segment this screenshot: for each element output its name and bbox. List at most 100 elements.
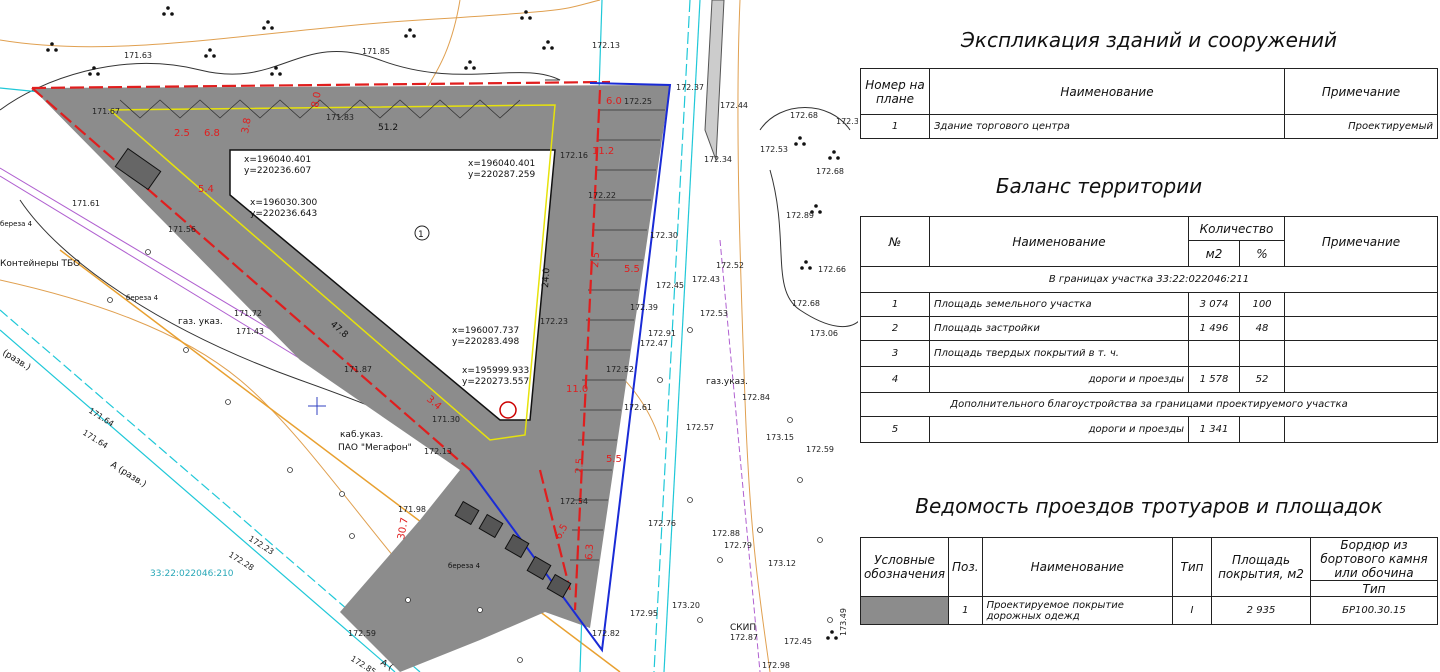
coord-x: x=196040.401: [244, 155, 311, 165]
explication-title: Экспликация зданий и сооружений: [960, 28, 1338, 52]
cell-note: [1284, 416, 1438, 443]
header-no: №: [860, 216, 930, 267]
cell-name: Проектируемое покрытие дорожных одежд: [981, 596, 1174, 625]
cell-note: [1284, 292, 1438, 317]
dim-label: 2.5: [174, 128, 190, 139]
elev-label: 172.95: [630, 609, 658, 618]
explication-table: Номер на плане Наименование Примечание 1…: [860, 68, 1438, 139]
label-kab: каб.указ.: [340, 430, 383, 440]
roads-table: Условные обозначения Поз. Наименование Т…: [860, 537, 1438, 625]
cell-name: Площадь земельного участка: [929, 292, 1189, 317]
elev-label: 172.22: [588, 191, 616, 200]
elev-label: 172.52: [606, 365, 634, 374]
dim-label: 2.5: [590, 252, 602, 269]
elev-label: 172.47: [640, 339, 668, 348]
elev-label: 171.83: [326, 113, 354, 122]
elev-label: 172.76: [648, 519, 676, 528]
header-qty: Количество: [1188, 216, 1285, 241]
elev-label: 172.68: [790, 111, 818, 120]
cell-pct: 52: [1239, 366, 1285, 393]
dim-label: 6.3: [584, 544, 596, 561]
header-curb-type: Тип: [1310, 580, 1438, 597]
cell-note: [1284, 316, 1438, 341]
section-row: В границах участка 33:22:022046:211: [860, 266, 1438, 293]
header-pct: %: [1239, 240, 1285, 267]
elev-label: 172.61: [624, 403, 652, 412]
elev-label: 171.30: [432, 415, 460, 424]
coord-y: y=220287.259: [468, 170, 536, 180]
header-name: Наименование: [981, 537, 1174, 597]
cell-name: Площадь твердых покрытий в т. ч.: [929, 340, 1189, 367]
cell-type: I: [1172, 596, 1212, 625]
elev-label: 172.23: [247, 534, 276, 556]
elev-label: 172.23: [540, 317, 568, 326]
cell-pct: 100: [1239, 292, 1285, 317]
dim-label: 5.4: [198, 184, 214, 195]
elev-label: 172.13: [592, 41, 620, 50]
cell-name: Здание торгового центра: [929, 114, 1285, 139]
label-bereza3: береза 4: [448, 562, 481, 570]
legend-swatch: [860, 596, 949, 625]
elev-label: 173.20: [672, 601, 700, 610]
dim-label: 6.0: [606, 96, 622, 107]
roads-title: Ведомость проездов тротуаров и площадок: [915, 494, 1383, 518]
label-bereza1: береза 4: [0, 220, 33, 228]
elev-label: 171.72: [234, 309, 262, 318]
explanation-panel: Экспликация зданий и сооружений Номер на…: [858, 0, 1440, 672]
dim-label: 5.5: [624, 264, 640, 275]
cell-no: 4: [860, 366, 930, 393]
grid-cross: [308, 397, 326, 415]
label-road1: А (разв.): [108, 460, 147, 490]
header-pos: Поз.: [948, 537, 983, 597]
elev-label: 171.67: [92, 107, 120, 116]
elev-label: 172.13: [424, 447, 452, 456]
header-curb: Бордюр из бортового камня или обочина: [1310, 537, 1438, 581]
elev-label: 172.89: [786, 211, 814, 220]
cell-no: 3: [860, 340, 930, 367]
coord-y: y=220273.557: [462, 377, 529, 387]
building-number: 1: [418, 230, 424, 240]
elev-label: 173.12: [768, 559, 796, 568]
cell-m2: 1 578: [1188, 366, 1240, 393]
elev-label: 172.59: [806, 445, 834, 454]
elev-label: 172.44: [720, 101, 748, 110]
coord-x: x=195999.933: [462, 366, 529, 376]
elev-label: 171.85: [362, 47, 390, 56]
header-m2: м2: [1188, 240, 1240, 267]
dim-label: 6.8: [204, 128, 220, 139]
cell-area: 2 935: [1211, 596, 1311, 625]
cell-note: [1284, 340, 1438, 367]
cell-name: Площадь застройки: [929, 316, 1189, 341]
elev-label: 172.68: [792, 299, 820, 308]
elev-label: 172.59: [348, 629, 376, 638]
elev-label: 172.57: [686, 423, 714, 432]
elev-label: 172.34: [704, 155, 732, 164]
elev-label: 172.52: [716, 261, 744, 270]
elev-label: 171.61: [72, 199, 100, 208]
header-name: Наименование: [929, 68, 1285, 115]
elev-label: 172.53: [760, 145, 788, 154]
elev-label: 172.45: [784, 637, 812, 646]
dim-label: 5.5: [606, 454, 622, 465]
elev-label: 172.25: [624, 97, 652, 106]
cell-curb: БР100.30.15: [1310, 596, 1438, 625]
elev-label: 172.84: [742, 393, 770, 402]
header-type: Тип: [1172, 537, 1212, 597]
elev-label: 171.56: [168, 225, 196, 234]
header-legend: Условные обозначения: [860, 537, 949, 597]
cell-name: дороги и проезды: [929, 416, 1189, 443]
cell-no: 1: [860, 114, 930, 139]
elev-label: 172.43: [692, 275, 720, 284]
elev-label: 172.54: [560, 497, 588, 506]
header-no: Номер на плане: [860, 68, 930, 115]
elev-label: 173.15: [766, 433, 794, 442]
label-bereza2: береза 4: [126, 294, 159, 302]
cell-m2: 1 341: [1188, 416, 1240, 443]
dim-label: 51.2: [378, 123, 398, 133]
entrance-marker: [499, 401, 517, 419]
elev-label: 172.85: [349, 654, 378, 672]
coord-y: y=220236.643: [250, 209, 317, 219]
elev-label: 173.49: [839, 608, 848, 636]
elev-label: 172.3: [836, 117, 859, 126]
coord-x: x=196007.737: [452, 326, 519, 336]
